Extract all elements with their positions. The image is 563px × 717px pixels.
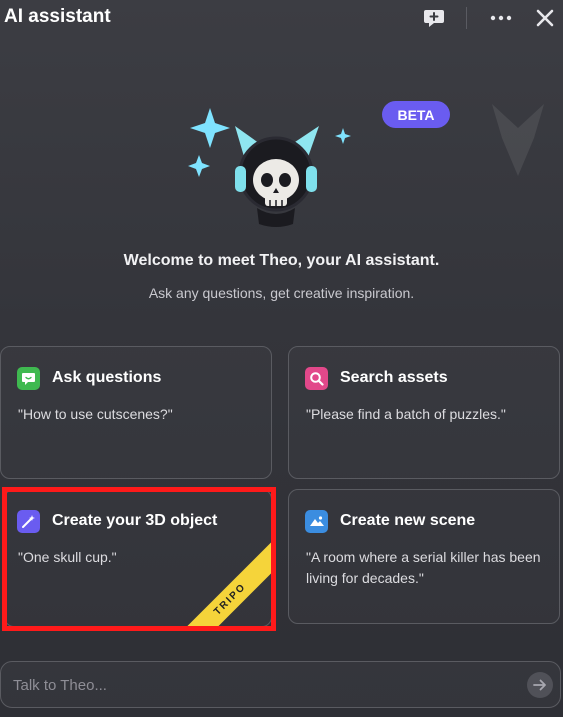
welcome-subtitle: Ask any questions, get creative inspirat… [148, 285, 415, 301]
more-icon[interactable] [488, 6, 514, 30]
arrow-right-icon [533, 679, 546, 691]
send-button[interactable] [527, 672, 553, 698]
close-icon[interactable] [532, 6, 558, 30]
new-chat-icon[interactable] [421, 6, 447, 30]
landscape-icon [305, 510, 328, 533]
chat-bubble-icon [17, 367, 40, 390]
top-bar: AI assistant [0, 0, 563, 36]
create-new-scene-card[interactable]: Create new scene "A room where a serial … [288, 489, 560, 624]
card-title: Create new scene [340, 512, 476, 529]
card-description: "How to use cutscenes?" [18, 406, 173, 422]
card-description: "One skull cup." [18, 549, 117, 565]
card-title: Search assets [340, 369, 448, 386]
theo-mascot-icon [188, 108, 351, 227]
search-assets-card[interactable]: Search assets "Please find a batch of pu… [288, 346, 560, 479]
card-title: Create your 3D object [52, 512, 218, 529]
card-title: Ask questions [52, 369, 162, 386]
welcome-title: Welcome to meet Theo, your AI assistant. [123, 252, 440, 269]
ask-questions-card[interactable]: Ask questions "How to use cutscenes?" [0, 346, 272, 479]
watermark-logo-icon [492, 104, 544, 176]
card-description: "A room where a serial killer has been l… [306, 549, 541, 586]
panel-title: AI assistant [4, 6, 111, 27]
chat-input[interactable] [13, 670, 513, 700]
beta-badge: BETA [382, 101, 450, 128]
card-description: "Please find a batch of puzzles." [306, 406, 506, 422]
search-icon [305, 367, 328, 390]
magic-wand-icon [17, 510, 40, 533]
create-3d-object-card[interactable]: Create your 3D object "One skull cup." T… [4, 489, 272, 627]
header-divider [466, 7, 467, 29]
chat-input-bar [0, 661, 561, 708]
